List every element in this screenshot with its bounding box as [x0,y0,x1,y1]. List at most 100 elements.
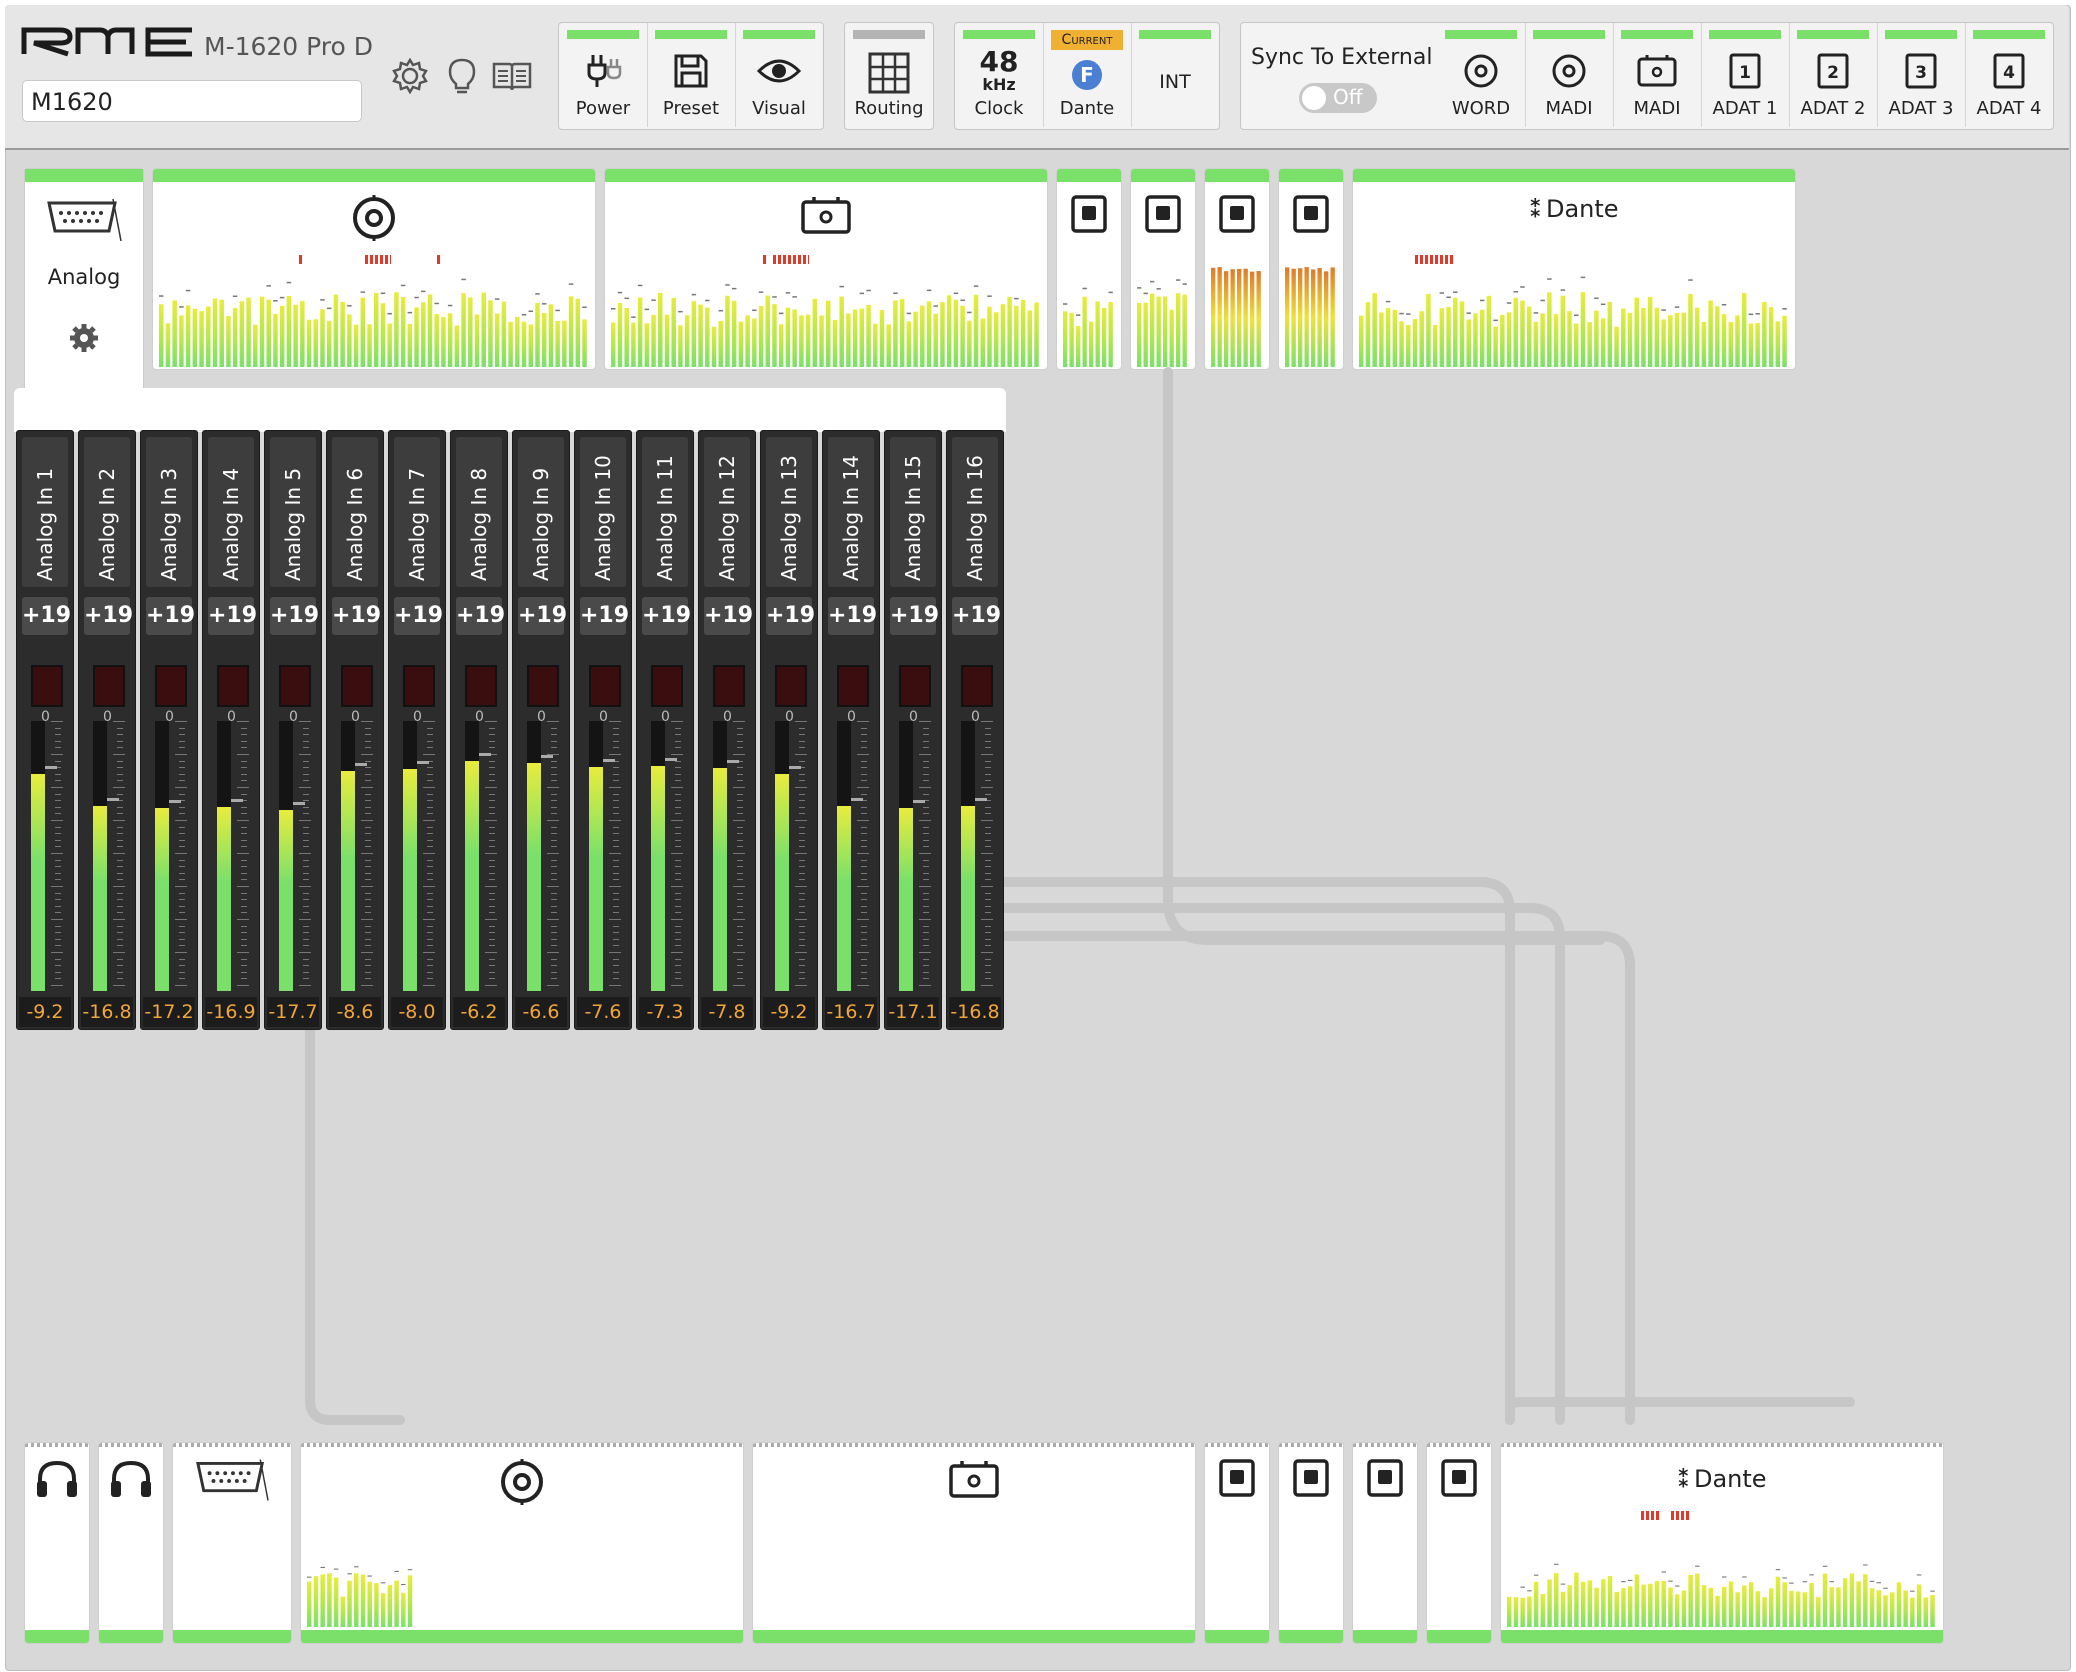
peak-hold [665,757,677,761]
meter-scale [111,721,129,991]
level-meter [899,721,913,991]
headphones-icon [37,1460,77,1497]
output-adat-3-strip[interactable] [1352,1442,1418,1644]
output-adat-2-strip[interactable] [1278,1442,1344,1644]
gain-button[interactable]: +19 [332,597,381,635]
channel-strip-4[interactable]: Analog In 4 +19 0 -16.9 [202,430,260,1030]
channel-strip-16[interactable]: Analog In 16 +19 0 -16.8 [946,430,1004,1030]
adat-port-icon [1293,1459,1329,1497]
level-readout: -16.9 [205,997,257,1027]
level-meter [713,721,727,991]
channel-strip-6[interactable]: Analog In 6 +19 0 -8.6 [326,430,384,1030]
channel-name[interactable]: Analog In 14 [828,437,874,587]
channel-name[interactable]: Analog In 1 [22,437,68,587]
channel-strip-3[interactable]: Analog In 3 +19 0 -17.2 [140,430,198,1030]
channel-name[interactable]: Analog In 3 [146,437,192,587]
clip-led [465,665,497,707]
gain-button[interactable]: +19 [456,597,505,635]
gain-button[interactable]: +19 [394,597,443,635]
level-meter [837,721,851,991]
gain-button[interactable]: +19 [208,597,257,635]
gain-button[interactable]: +19 [704,597,753,635]
output-adat-4-strip[interactable] [1426,1442,1492,1644]
gain-button[interactable]: +19 [642,597,691,635]
level-readout: -7.6 [577,997,629,1027]
channel-name[interactable]: Analog In 7 [394,437,440,587]
channel-name[interactable]: Analog In 13 [766,437,812,587]
level-readout: -17.7 [267,997,319,1027]
gain-button[interactable]: +19 [518,597,567,635]
level-readout: -8.6 [329,997,381,1027]
channel-strip-2[interactable]: Analog In 2 +19 0 -16.8 [78,430,136,1030]
channel-strip-15[interactable]: Analog In 15 +19 0 -17.1 [884,430,942,1030]
output-adat-1-strip[interactable] [1204,1442,1270,1644]
output-analog-strip[interactable] [172,1442,292,1644]
gain-button[interactable]: +19 [580,597,629,635]
output-phones-1-strip[interactable] [24,1442,90,1644]
channel-strip-13[interactable]: Analog In 13 +19 0 -9.2 [760,430,818,1030]
clip-indicator [1671,1511,1691,1520]
peak-hold [355,763,367,767]
meter-scale [855,721,873,991]
meter-scale [979,721,997,991]
level-readout: -7.3 [639,997,691,1027]
dsub-connector-icon [196,1459,269,1501]
channel-strip-5[interactable]: Analog In 5 +19 0 -17.7 [264,430,322,1030]
output-dante-strip[interactable]: ⁑ Dante [1500,1442,1944,1644]
channel-name[interactable]: Analog In 11 [642,437,688,587]
level-meter [217,721,231,991]
meter-scale [917,721,935,991]
level-meter [589,721,603,991]
channel-name[interactable]: Analog In 9 [518,437,564,587]
channel-name[interactable]: Analog In 2 [84,437,130,587]
channel-name[interactable]: Analog In 10 [580,437,626,587]
gain-button[interactable]: +19 [952,597,1001,635]
channel-name[interactable]: Analog In 5 [270,437,316,587]
clip-led [279,665,311,707]
clip-led [713,665,745,707]
meter-scale [173,721,191,991]
channel-strip-11[interactable]: Analog In 11 +19 0 -7.3 [636,430,694,1030]
level-meter [775,721,789,991]
level-meter [403,721,417,991]
gain-button[interactable]: +19 [890,597,939,635]
gain-button[interactable]: +19 [22,597,71,635]
clip-indicator [1641,1511,1661,1520]
clip-led [589,665,621,707]
channel-name[interactable]: Analog In 16 [952,437,998,587]
channel-name[interactable]: Analog In 15 [890,437,936,587]
meter-scale [669,721,687,991]
peak-hold [541,754,553,758]
output-madi-bnc-strip[interactable] [300,1442,744,1644]
gain-button[interactable]: +19 [146,597,195,635]
clip-led [651,665,683,707]
clip-led [341,665,373,707]
channel-name[interactable]: Analog In 4 [208,437,254,587]
channel-strip-7[interactable]: Analog In 7 +19 0 -8.0 [388,430,446,1030]
peak-hold [169,800,181,804]
channel-name[interactable]: Analog In 6 [332,437,378,587]
channel-name[interactable]: Analog In 8 [456,437,502,587]
clip-led [899,665,931,707]
channel-strip-10[interactable]: Analog In 10 +19 0 -7.6 [574,430,632,1030]
output-madi-optical-strip[interactable] [752,1442,1196,1644]
peak-hold [913,799,925,803]
gain-button[interactable]: +19 [766,597,815,635]
level-meter-bars [307,1566,413,1627]
channel-strip-14[interactable]: Analog In 14 +19 0 -16.7 [822,430,880,1030]
channel-strip-8[interactable]: Analog In 8 +19 0 -6.2 [450,430,508,1030]
channel-strip-1[interactable]: Analog In 1 +19 0 -9.2 [16,430,74,1030]
gain-button[interactable]: +19 [270,597,319,635]
gain-button[interactable]: +19 [84,597,133,635]
channel-strip-9[interactable]: Analog In 9 +19 0 -6.6 [512,430,570,1030]
channel-strip-12[interactable]: Analog In 12 +19 0 -7.8 [698,430,756,1030]
gain-button[interactable]: +19 [828,597,877,635]
clip-led [217,665,249,707]
peak-hold [789,765,801,769]
dante-logo: ⁑ Dante [1677,1465,1767,1493]
peak-hold [107,798,119,802]
meter-scale [49,721,67,991]
channel-name[interactable]: Analog In 12 [704,437,750,587]
output-phones-2-strip[interactable] [98,1442,164,1644]
clip-led [93,665,125,707]
